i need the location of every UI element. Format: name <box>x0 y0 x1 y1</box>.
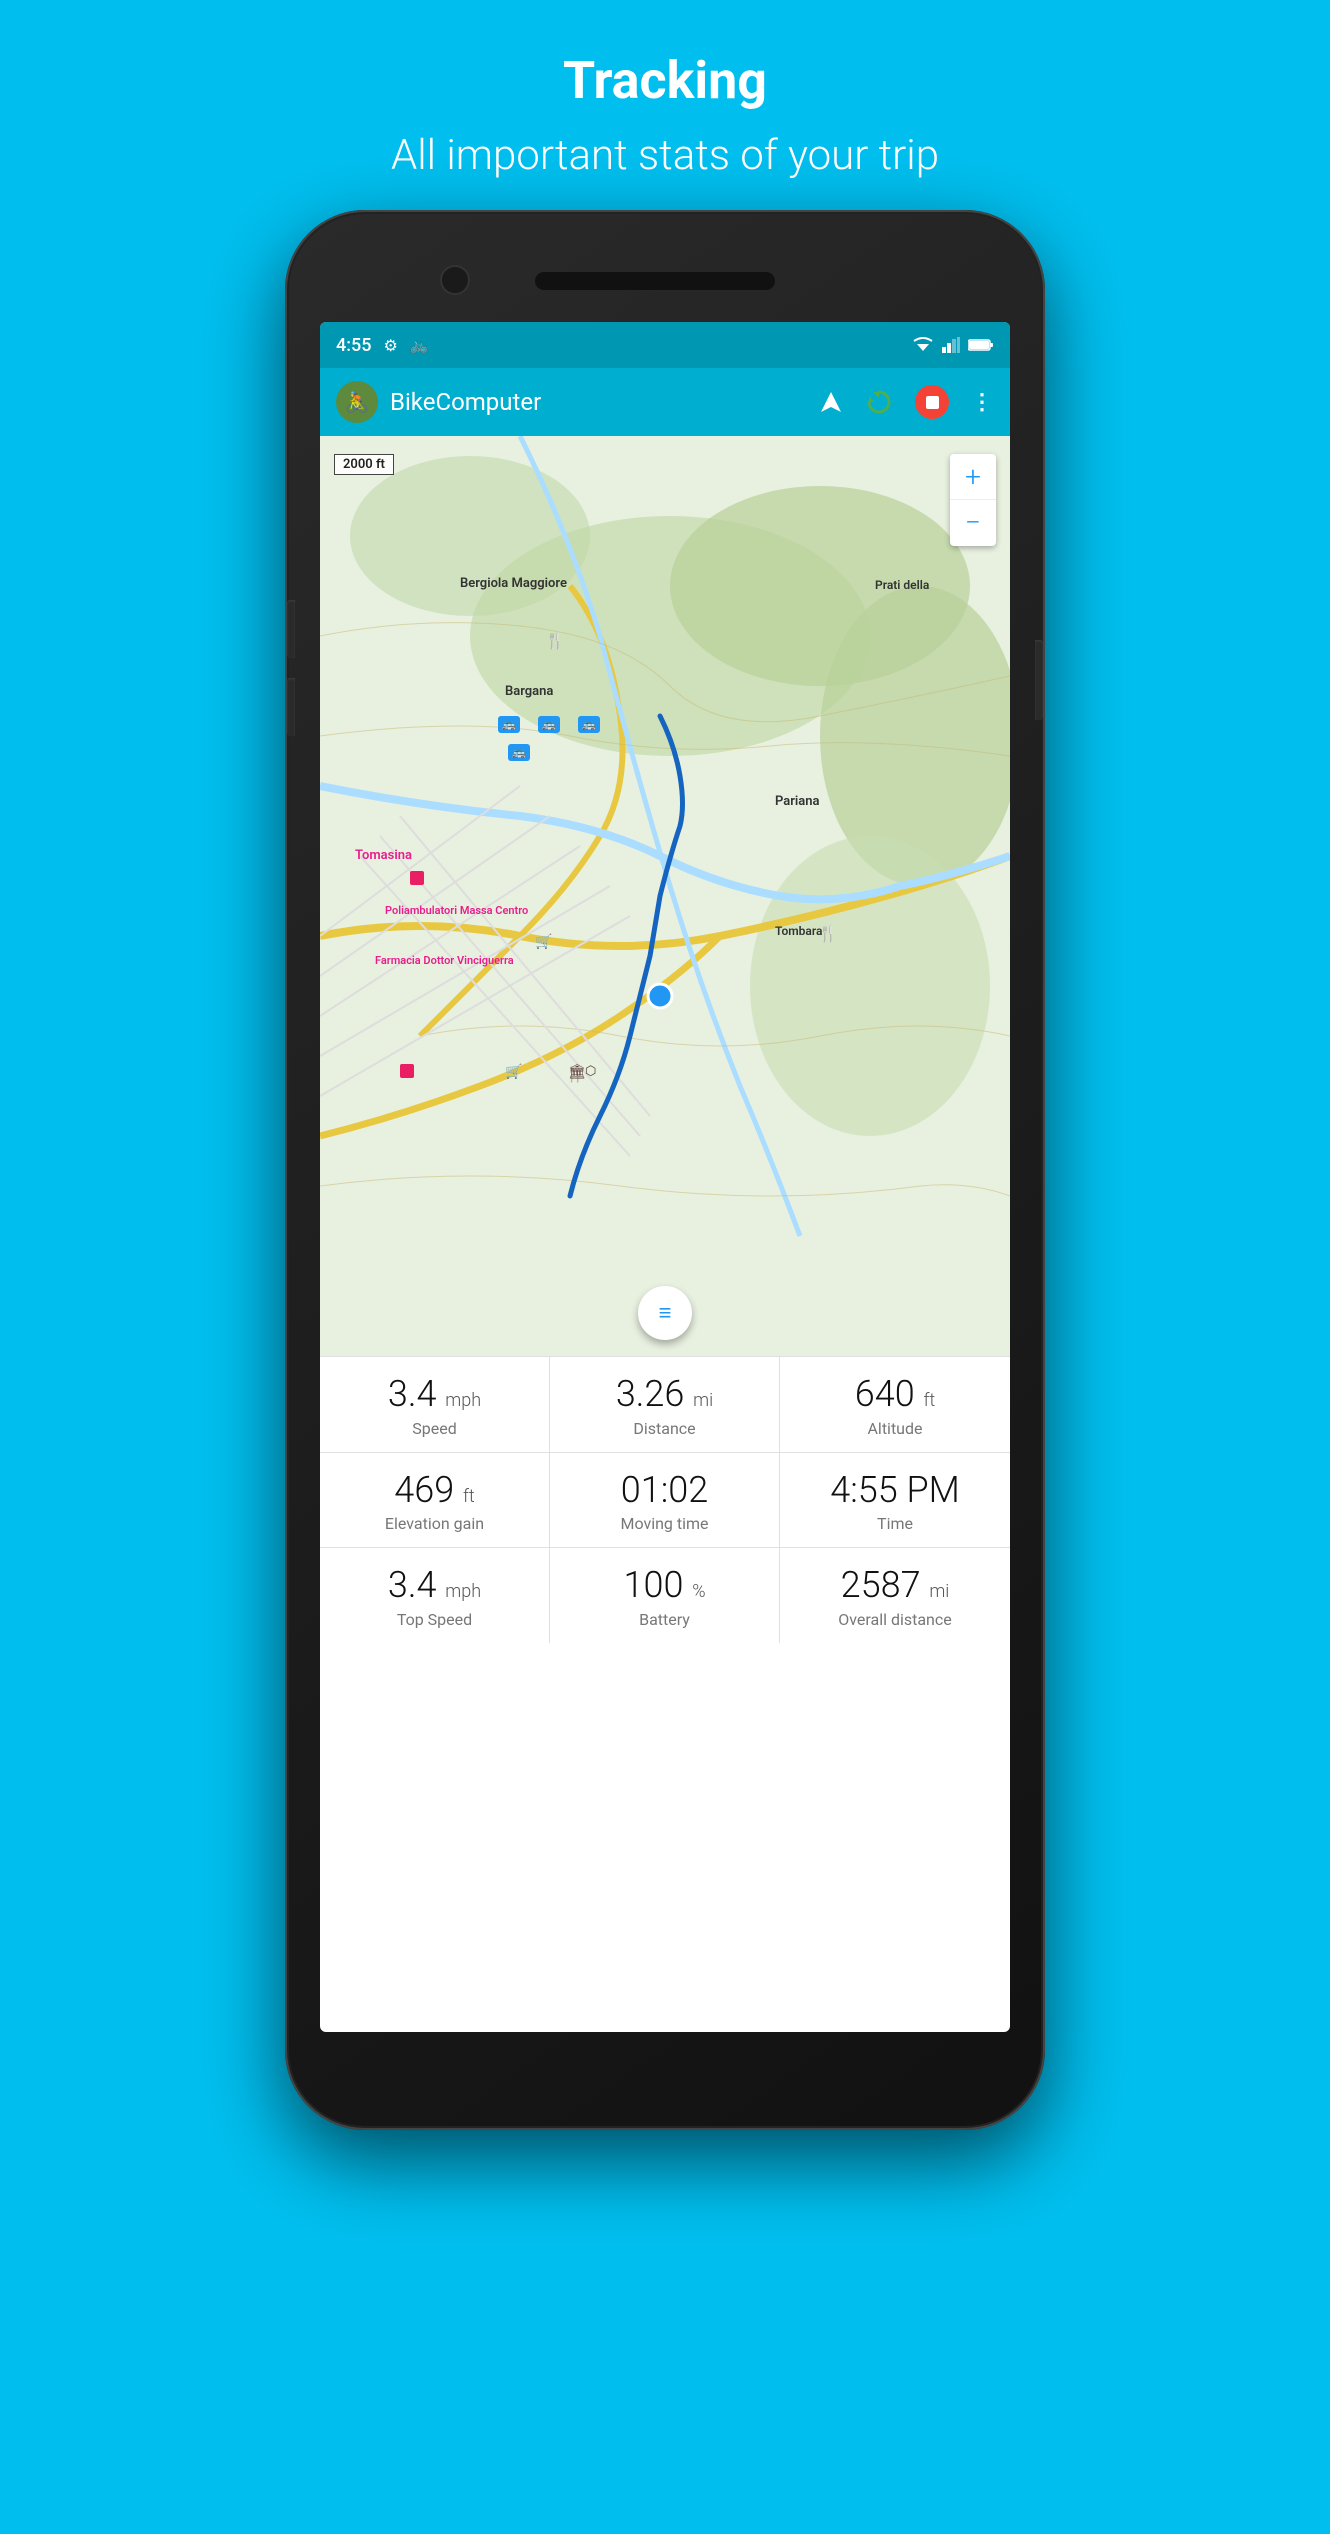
app-actions: ⋮ <box>819 385 994 419</box>
stat-altitude-label: Altitude <box>790 1419 1000 1438</box>
stat-battery-label: Battery <box>560 1610 769 1629</box>
building-icon-1: 🏛 <box>568 1064 586 1080</box>
menu-fab-button[interactable]: ≡ <box>638 1286 692 1340</box>
stat-distance: 3.26 mi Distance <box>550 1357 780 1453</box>
stat-moving-time: 01:02 Moving time <box>550 1453 780 1549</box>
stat-elevation: 469 ft Elevation gain <box>320 1453 550 1549</box>
stat-moving-time-label: Moving time <box>560 1514 769 1533</box>
stat-overall-distance: 2587 mi Overall distance <box>780 1548 1010 1643</box>
stat-overall-label: Overall distance <box>790 1610 1000 1629</box>
app-bar: 🚴 BikeComputer ⋮ <box>320 368 1010 436</box>
stat-battery-value: 100 % <box>560 1566 769 1606</box>
status-bar: 4:55 ⚙ 🚲 <box>320 322 1010 368</box>
stat-distance-value: 3.26 mi <box>560 1375 769 1415</box>
stat-distance-unit: mi <box>693 1390 713 1411</box>
scale-bar: 2000 ft <box>334 454 394 475</box>
map-area[interactable]: 2000 ft Bergiola Maggiore Bargana Parian… <box>320 436 1010 1356</box>
power-button[interactable] <box>1035 640 1043 720</box>
shop-icon-2: 🛒 <box>505 1064 522 1080</box>
stat-time-label: Time <box>790 1514 1000 1533</box>
stat-altitude-value: 640 ft <box>790 1375 1000 1415</box>
stat-time: 4:55 PM Time <box>780 1453 1010 1549</box>
poi-icon-2 <box>400 1064 414 1078</box>
tracking-icon[interactable] <box>865 388 893 416</box>
battery-icon <box>968 338 994 352</box>
status-time: 4:55 <box>336 335 371 356</box>
stat-overall-value: 2587 mi <box>790 1566 1000 1606</box>
app-logo-icon: 🚴 <box>345 390 370 414</box>
app-title: BikeComputer <box>390 388 819 416</box>
stat-battery-unit: % <box>692 1581 705 1602</box>
more-options-icon[interactable]: ⋮ <box>971 390 994 415</box>
speaker-grill <box>535 272 775 290</box>
volume-down-button[interactable] <box>287 678 295 736</box>
signal-icon <box>942 337 960 353</box>
page-header: Tracking All important stats of your tri… <box>391 0 939 200</box>
wifi-icon <box>912 337 934 353</box>
stat-speed: 3.4 mph Speed <box>320 1357 550 1453</box>
stat-elevation-label: Elevation gain <box>330 1514 539 1533</box>
record-button[interactable] <box>915 385 949 419</box>
shop-icon-1: 🛒 <box>535 934 552 950</box>
map-background <box>320 436 1010 1356</box>
stat-top-speed: 3.4 mph Top Speed <box>320 1548 550 1643</box>
stats-grid: 3.4 mph Speed 3.26 mi Distance 640 ft Al… <box>320 1356 1010 1643</box>
stat-elevation-value: 469 ft <box>330 1471 539 1511</box>
transit-icon-1: 🚌 <box>498 716 520 733</box>
stat-top-speed-value: 3.4 mph <box>330 1566 539 1606</box>
page-title: Tracking <box>391 50 939 111</box>
transit-icon-2: 🚌 <box>538 716 560 733</box>
building-icon-2: ⬡ <box>585 1064 596 1079</box>
stat-speed-label: Speed <box>330 1419 539 1438</box>
stat-time-value: 4:55 PM <box>790 1471 1000 1511</box>
stat-speed-unit: mph <box>445 1390 481 1411</box>
scale-label: 2000 ft <box>343 457 385 472</box>
transit-icon-3: 🚌 <box>578 716 600 733</box>
food-icon-2: 🍴 <box>818 924 838 943</box>
front-camera <box>440 265 470 295</box>
stat-distance-label: Distance <box>560 1419 769 1438</box>
stat-speed-value: 3.4 mph <box>330 1375 539 1415</box>
phone-wrapper: 4:55 ⚙ 🚲 <box>285 210 1045 2130</box>
stat-moving-time-value: 01:02 <box>560 1471 769 1511</box>
volume-up-button[interactable] <box>287 600 295 658</box>
navigate-icon[interactable] <box>819 390 843 414</box>
stat-top-speed-label: Top Speed <box>330 1610 539 1629</box>
settings-icon: ⚙ <box>383 336 397 355</box>
record-square-icon <box>926 396 939 409</box>
zoom-in-button[interactable]: + <box>950 454 996 500</box>
status-left: 4:55 ⚙ 🚲 <box>336 335 428 356</box>
zoom-controls: + − <box>950 454 996 546</box>
stat-battery: 100 % Battery <box>550 1548 780 1643</box>
status-right <box>912 337 994 353</box>
poi-icon-1 <box>410 871 424 885</box>
stat-altitude: 640 ft Altitude <box>780 1357 1010 1453</box>
app-logo: 🚴 <box>336 381 378 423</box>
transit-icon-4: 🚌 <box>508 744 530 761</box>
stat-top-speed-unit: mph <box>445 1581 481 1602</box>
food-icon-1: 🍴 <box>545 631 565 650</box>
bike-icon: 🚲 <box>410 336 429 354</box>
zoom-out-button[interactable]: − <box>950 500 996 546</box>
phone-screen: 4:55 ⚙ 🚲 <box>320 322 1010 2032</box>
stat-overall-unit: mi <box>929 1581 949 1602</box>
stat-elevation-unit: ft <box>463 1486 475 1507</box>
stat-altitude-unit: ft <box>923 1390 935 1411</box>
page-subtitle: All important stats of your trip <box>391 131 939 180</box>
